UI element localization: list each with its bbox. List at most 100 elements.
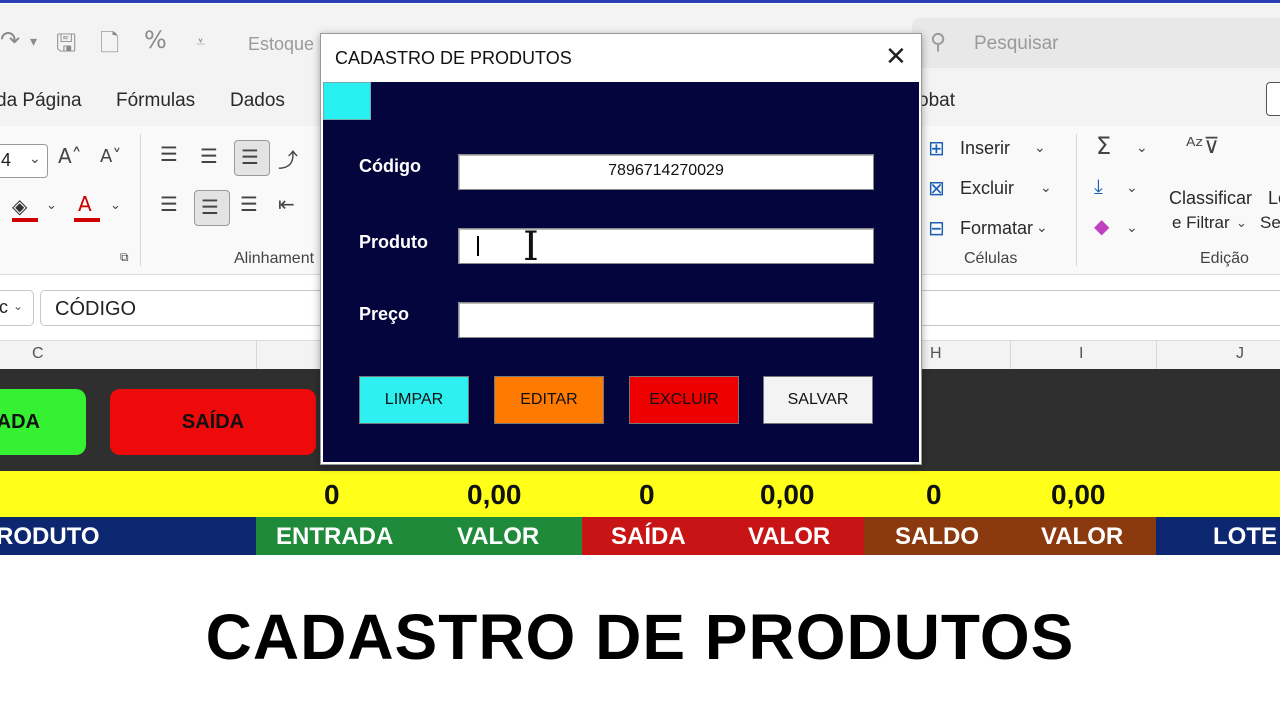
codigo-value: 7896714270029 [608, 162, 724, 179]
sort-filter-label[interactable]: Classificar [1169, 188, 1252, 209]
column-header-i[interactable]: I [1079, 345, 1083, 363]
font-size-select[interactable]: 4 ⌄ [0, 144, 48, 178]
total-saida-value: 0,00 [760, 479, 815, 510]
font-color-icon[interactable]: A [78, 192, 92, 216]
decrease-font-icon[interactable]: A˅ [100, 146, 121, 167]
format-dropdown-icon[interactable]: ⌄ [1036, 220, 1048, 236]
autosum-dropdown-icon[interactable]: ⌄ [1136, 140, 1148, 156]
header-saida: SAÍDA [611, 523, 686, 550]
format-cells-icon[interactable]: ⊟ [928, 216, 945, 240]
comments-button[interactable] [1266, 82, 1280, 116]
delete-cells-icon[interactable]: ⊠ [928, 176, 945, 200]
column-divider [256, 341, 257, 369]
produto-field[interactable]: I [458, 224, 874, 270]
column-divider [1010, 341, 1011, 369]
codigo-field[interactable]: 7896714270029 [458, 154, 874, 190]
header-saida-valor: VALOR [748, 523, 831, 550]
fill-down-icon[interactable]: ⤓ [1094, 174, 1103, 198]
preco-label: Preço [359, 304, 410, 324]
font-color-dropdown-icon[interactable]: ⌄ [110, 198, 121, 213]
tab-acrobat[interactable]: obat [918, 90, 955, 112]
autosum-icon[interactable]: Σ [1096, 132, 1111, 160]
tab-data[interactable]: Dados [230, 90, 285, 112]
font-dialog-launcher-icon[interactable]: ⧉ [120, 250, 129, 265]
header-saldo: SALDO [895, 523, 979, 550]
text-caret [477, 236, 479, 256]
redo-dropdown-icon[interactable]: ▾ [30, 34, 37, 50]
total-entrada-qty: 0 [324, 479, 340, 510]
limpar-button[interactable]: LIMPAR [359, 376, 469, 424]
sort-filter-label-2[interactable]: e Filtrar [1172, 213, 1230, 233]
formula-content: CÓDIGO [55, 298, 137, 320]
clear-icon[interactable]: ◆ [1094, 214, 1109, 238]
fill-color-swatch [12, 218, 38, 222]
fill-dropdown-icon[interactable]: ⌄ [1126, 180, 1138, 196]
totals-row: 0 0,00 0 0,00 0 0,00 [0, 471, 1280, 517]
tab-formulas[interactable]: Fórmulas [116, 90, 195, 112]
find-select-label-2[interactable]: Se [1260, 213, 1280, 233]
editar-button[interactable]: EDITAR [494, 376, 604, 424]
find-select-label[interactable]: Lo [1268, 188, 1280, 209]
entrada-button[interactable]: ADA [0, 389, 86, 455]
text-cursor-icon: I [523, 224, 539, 270]
window-top-border [0, 0, 1280, 3]
align-bottom-button[interactable]: ☰ [234, 140, 270, 176]
align-bottom-icon: ☰ [241, 145, 259, 169]
percent-icon[interactable]: % [144, 26, 167, 54]
excluir-button[interactable]: EXCLUIR [629, 376, 739, 424]
saida-button-label: SAÍDA [181, 411, 245, 433]
column-header-c[interactable]: C [32, 345, 44, 363]
fill-color-icon[interactable]: ◈ [12, 194, 27, 218]
tab-page-layout[interactable]: da Página [0, 90, 82, 112]
format-cells-button[interactable]: Formatar [960, 218, 1033, 239]
group-separator [140, 134, 141, 266]
increase-font-icon[interactable]: A˄ [58, 144, 82, 168]
table-header-row: RODUTO ENTRADA VALOR SAÍDA VALOR SALDO V… [0, 517, 1280, 555]
delete-cells-button[interactable]: Excluir [960, 178, 1014, 199]
total-saida-qty: 0 [639, 479, 655, 510]
salvar-button[interactable]: SALVAR [763, 376, 873, 424]
header-entrada-valor: VALOR [457, 523, 540, 550]
column-header-h[interactable]: H [930, 345, 942, 363]
sort-filter-dropdown-icon[interactable]: ⌄ [1236, 216, 1247, 231]
align-center-button[interactable]: ☰ [194, 190, 230, 226]
cells-group-label: Células [964, 250, 1018, 267]
header-produto: RODUTO [0, 523, 100, 550]
saida-button[interactable]: SAÍDA [110, 389, 316, 455]
preco-field[interactable] [458, 302, 874, 338]
search-box[interactable]: ⚲ Pesquisar [912, 18, 1280, 68]
orientation-icon[interactable]: ⤴ [278, 144, 298, 173]
entrada-button-label: ADA [0, 411, 40, 433]
delete-dropdown-icon[interactable]: ⌄ [1040, 180, 1052, 196]
align-middle-icon[interactable]: ☰ [200, 144, 218, 168]
decrease-indent-icon[interactable]: ⇤ [278, 192, 295, 216]
insert-dropdown-icon[interactable]: ⌄ [1034, 140, 1046, 156]
clear-dropdown-icon[interactable]: ⌄ [1126, 220, 1138, 236]
codigo-label: Código [359, 156, 421, 176]
insert-cells-icon[interactable]: ⊞ [928, 136, 945, 160]
header-entrada: ENTRADA [276, 523, 394, 550]
workbook-title: Estoque [248, 34, 315, 54]
header-lote: LOTE [1213, 523, 1277, 550]
align-right-icon[interactable]: ☰ [240, 192, 258, 216]
name-box[interactable]: c ⌄ [0, 290, 34, 326]
new-file-icon[interactable]: 🗋 [100, 26, 119, 67]
close-icon[interactable]: ✕ [885, 42, 907, 72]
align-top-icon[interactable]: ☰ [160, 142, 178, 166]
editing-group-label: Edição [1200, 250, 1249, 267]
dialog-title: CADASTRO DE PRODUTOS [335, 48, 572, 68]
sort-filter-icon[interactable]: ᴬᶻ⊽ [1186, 134, 1220, 159]
align-center-icon: ☰ [201, 195, 219, 219]
customize-qat-icon[interactable]: ⩡ [196, 32, 205, 52]
fill-color-dropdown-icon[interactable]: ⌄ [46, 198, 57, 213]
font-color-swatch [74, 218, 100, 222]
column-header-j[interactable]: J [1236, 345, 1244, 363]
alignment-group-label: Alinhament [234, 250, 315, 267]
search-placeholder: Pesquisar [974, 33, 1059, 54]
chevron-down-icon: ⌄ [29, 151, 41, 167]
save-icon[interactable]: 🖫 [56, 26, 76, 67]
align-left-icon[interactable]: ☰ [160, 192, 178, 216]
font-size-value: 4 [1, 150, 12, 170]
redo-icon[interactable]: ↷ [0, 26, 20, 54]
insert-cells-button[interactable]: Inserir [960, 138, 1010, 159]
